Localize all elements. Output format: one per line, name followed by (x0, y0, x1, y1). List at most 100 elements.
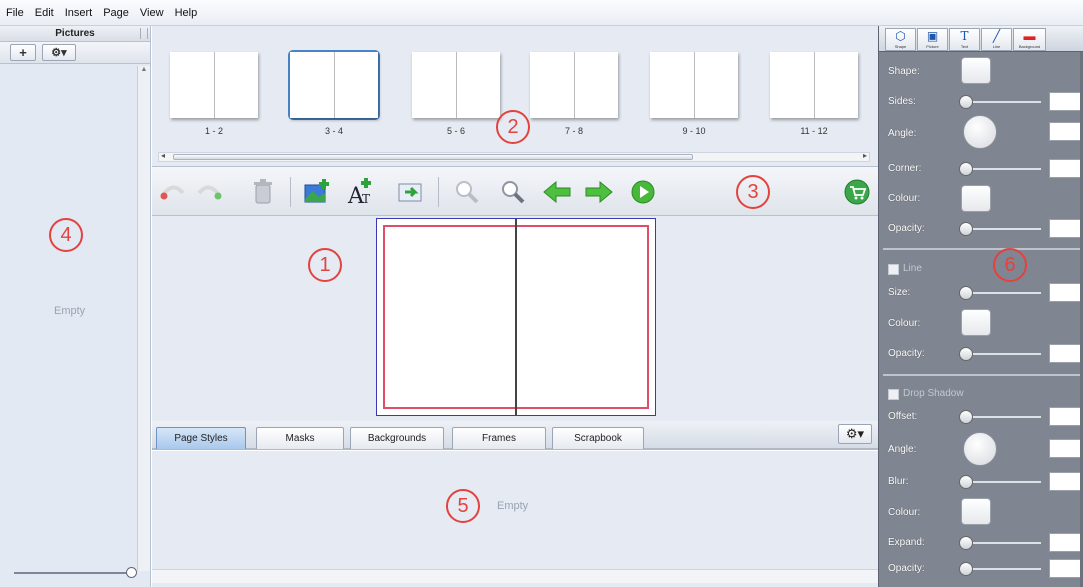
pictures-panel: Pictures + ⚙▾ ▲ Empty 4 (0, 26, 151, 587)
sides-input[interactable] (1049, 92, 1081, 111)
pictures-options-button[interactable]: ⚙▾ (42, 44, 76, 61)
scroll-right-icon[interactable]: ▸ (863, 151, 867, 160)
sides-slider[interactable] (965, 101, 1041, 103)
toolbar-separator (438, 177, 439, 207)
shadow-blur-slider[interactable] (965, 481, 1041, 483)
angle-input[interactable] (1049, 122, 1081, 141)
text-tab[interactable]: T Text (949, 28, 980, 51)
drop-shadow-checkbox[interactable] (888, 389, 899, 400)
page-thumbnail-selected[interactable] (288, 50, 380, 120)
add-text-icon[interactable]: AT (346, 177, 376, 207)
pictures-vertical-scrollbar[interactable]: ▲ (137, 66, 150, 571)
thumbnail-size-slider[interactable] (14, 572, 134, 574)
shadow-angle-dial[interactable] (963, 432, 997, 466)
scroll-up-icon[interactable]: ▲ (138, 66, 150, 73)
shape-picker[interactable] (961, 57, 991, 84)
callout-3: 3 (736, 175, 770, 209)
background-tab-label: Background (1018, 44, 1041, 49)
shadow-expand-slider[interactable] (965, 542, 1041, 544)
shadow-offset-slider[interactable] (965, 416, 1041, 418)
line-tab[interactable]: ╱ Line (981, 28, 1012, 51)
panel-grip-icon[interactable] (140, 28, 148, 39)
colour-label: Colour: (888, 193, 921, 204)
page-thumbnail-label: 11 - 12 (800, 126, 828, 136)
shadow-blur-input[interactable] (1049, 472, 1081, 491)
colour-swatch[interactable] (961, 185, 991, 212)
tab-scrapbook[interactable]: Scrapbook (552, 427, 644, 449)
corner-slider[interactable] (965, 168, 1041, 170)
shop-cart-icon[interactable] (842, 177, 872, 207)
shadow-blur-slider-knob[interactable] (959, 475, 973, 489)
menu-view[interactable]: View (140, 7, 164, 19)
play-icon[interactable] (628, 177, 658, 207)
zoom-in-icon[interactable] (498, 177, 528, 207)
scroll-left-icon[interactable]: ◂ (161, 151, 165, 160)
shape-tab[interactable]: ⬡ Shape (885, 28, 916, 51)
tab-options-button[interactable]: ⚙▾ (838, 424, 872, 444)
shadow-offset-slider-knob[interactable] (959, 410, 973, 424)
line-opacity-input[interactable] (1049, 344, 1081, 363)
tab-backgrounds[interactable]: Backgrounds (350, 427, 444, 449)
callout-1: 1 (308, 248, 342, 282)
background-tab[interactable]: ▬ Background (1013, 28, 1046, 51)
page-thumbnail[interactable] (410, 50, 502, 120)
thumbnail-horizontal-scrollbar[interactable]: ◂ ▸ (158, 151, 870, 162)
shadow-opacity-input[interactable] (1049, 559, 1081, 578)
zoom-out-icon[interactable] (452, 177, 482, 207)
page-thumbnail[interactable] (168, 50, 260, 120)
line-opacity-slider-knob[interactable] (959, 347, 973, 361)
scrollbar-thumb[interactable] (173, 154, 693, 160)
thumbnail-size-slider-knob[interactable] (126, 567, 137, 578)
opacity-slider-knob[interactable] (959, 222, 973, 236)
line-size-slider[interactable] (965, 292, 1041, 294)
export-icon[interactable] (396, 177, 426, 207)
pictures-panel-header: Pictures (0, 26, 150, 42)
shadow-colour-swatch[interactable] (961, 498, 991, 525)
shadow-expand-row: Expand: (879, 530, 1083, 556)
shadow-expand-slider-knob[interactable] (959, 536, 973, 550)
menu-page[interactable]: Page (103, 7, 129, 19)
corner-slider-knob[interactable] (959, 162, 973, 176)
add-picture-button[interactable]: + (10, 44, 36, 61)
shadow-blur-label: Blur: (888, 476, 909, 487)
page-spread[interactable] (376, 218, 656, 416)
line-opacity-label: Opacity: (888, 348, 925, 359)
line-checkbox[interactable] (888, 264, 899, 275)
corner-input[interactable] (1049, 159, 1081, 178)
shadow-offset-input[interactable] (1049, 407, 1081, 426)
page-thumbnail[interactable] (768, 50, 860, 120)
opacity-input[interactable] (1049, 219, 1081, 238)
styles-horizontal-scrollbar[interactable] (152, 569, 878, 583)
menu-help[interactable]: Help (175, 7, 198, 19)
shadow-opacity-slider-knob[interactable] (959, 562, 973, 576)
opacity-slider[interactable] (965, 228, 1041, 230)
shadow-opacity-row: Opacity: (879, 556, 1083, 582)
angle-dial[interactable] (963, 115, 997, 149)
line-opacity-slider[interactable] (965, 353, 1041, 355)
tab-masks[interactable]: Masks (256, 427, 344, 449)
tab-page-styles[interactable]: Page Styles (156, 427, 246, 449)
menu-edit[interactable]: Edit (35, 7, 54, 19)
trash-icon[interactable] (248, 177, 278, 207)
picture-tab[interactable]: ▣ Picture (917, 28, 948, 51)
section-divider (883, 374, 1080, 376)
line-size-slider-knob[interactable] (959, 286, 973, 300)
shape-tab-icon: ⬡ (895, 29, 906, 43)
next-page-icon[interactable] (584, 177, 614, 207)
shadow-expand-input[interactable] (1049, 533, 1081, 552)
prev-page-icon[interactable] (542, 177, 572, 207)
menu-file[interactable]: File (6, 7, 24, 19)
page-thumbnail[interactable] (528, 50, 620, 120)
undo-icon[interactable] (158, 177, 188, 207)
redo-icon[interactable] (194, 177, 224, 207)
sides-slider-knob[interactable] (959, 95, 973, 109)
page-thumbnail[interactable] (648, 50, 740, 120)
shadow-opacity-slider[interactable] (965, 568, 1041, 570)
shape-label: Shape: (888, 66, 920, 77)
tab-frames[interactable]: Frames (452, 427, 546, 449)
line-colour-swatch[interactable] (961, 309, 991, 336)
shadow-angle-input[interactable] (1049, 439, 1081, 458)
add-picture-icon[interactable] (302, 177, 332, 207)
menu-insert[interactable]: Insert (65, 7, 93, 19)
line-size-input[interactable] (1049, 283, 1081, 302)
